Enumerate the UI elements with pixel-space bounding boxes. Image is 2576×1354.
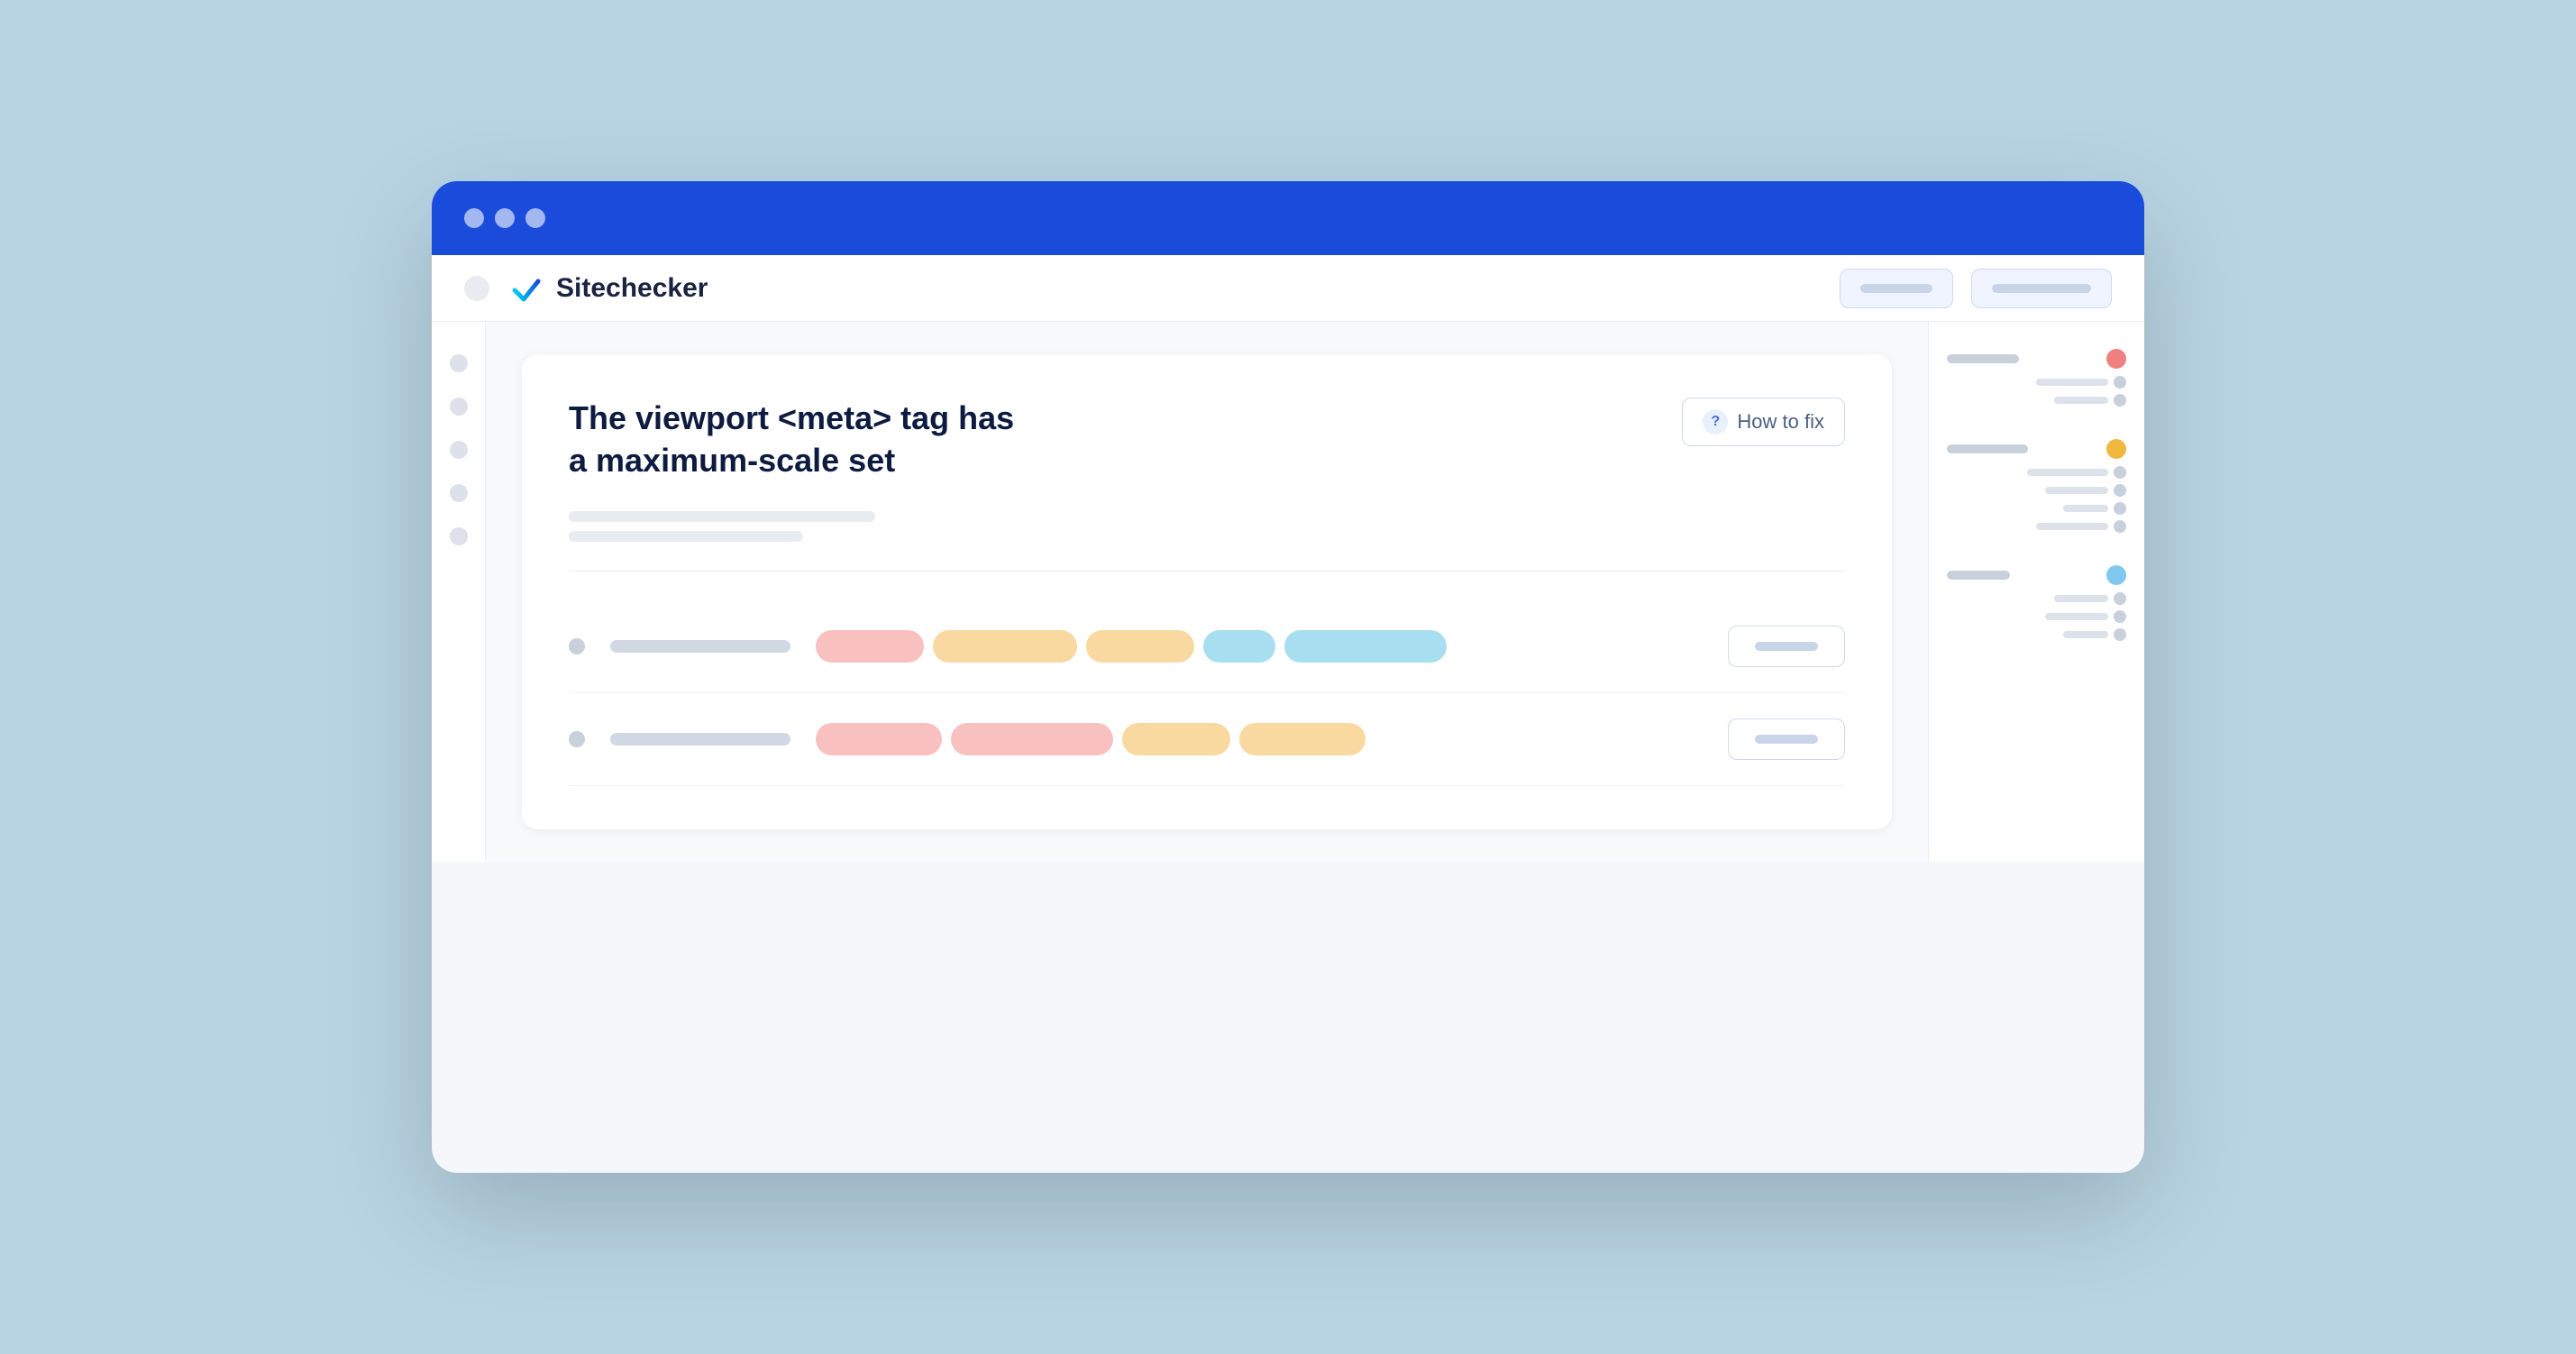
browser-dots <box>464 208 545 228</box>
tag-peach-3 <box>1122 723 1230 755</box>
card-title: The viewport <meta> tag has a maximum-sc… <box>569 398 1014 482</box>
sub-bar-5 <box>2063 505 2108 512</box>
sub-bar-2 <box>2054 397 2108 404</box>
sub-bar-6 <box>2036 523 2108 530</box>
sidebar-main-bar-3 <box>1947 571 2010 580</box>
sub-bar-9 <box>2063 631 2108 638</box>
sidebar-sub-row-1 <box>1947 376 2126 389</box>
nav-btn-bar-2 <box>1992 284 2091 293</box>
sidebar-main-bar-1 <box>1947 354 2019 363</box>
sidebar-sub-row-9 <box>1947 628 2126 641</box>
sidebar-sub-rows-2 <box>1947 466 2126 533</box>
browser-dot-2 <box>495 208 515 228</box>
sub-dot-7 <box>2114 592 2126 605</box>
action-btn-bar-1 <box>1755 642 1818 651</box>
sidebar-sub-row-4 <box>1947 484 2126 497</box>
sidebar-indicator-red <box>2106 349 2126 369</box>
sidebar-section-1 <box>1947 349 2126 421</box>
desc-bar-1 <box>569 511 875 522</box>
browser-titlebar <box>432 181 2144 255</box>
tag-pink-1 <box>816 630 924 663</box>
browser-dot-3 <box>525 208 545 228</box>
browser-window: Sitechecker The viewport <meta> tag <box>432 181 2144 1173</box>
row-icon-2 <box>569 731 585 747</box>
content-card: The viewport <meta> tag has a maximum-sc… <box>522 354 1892 829</box>
sidebar-sub-rows-3 <box>1947 592 2126 641</box>
row-action-btn-2[interactable] <box>1728 718 1845 760</box>
sub-dot-2 <box>2114 394 2126 407</box>
sidebar-section-3 <box>1947 565 2126 655</box>
main-content: The viewport <meta> tag has a maximum-sc… <box>486 322 1928 862</box>
sidebar-section-2 <box>1947 439 2126 547</box>
sidebar-sub-row-7 <box>1947 592 2126 605</box>
tag-cyan-1 <box>1284 630 1447 663</box>
sidebar-row-3 <box>1947 565 2126 585</box>
tag-pink-3 <box>951 723 1113 755</box>
brand-name-text: Sitechecker <box>556 273 708 304</box>
nav-button-1[interactable] <box>1840 269 1953 308</box>
divider-1 <box>569 571 1845 572</box>
row-label-1 <box>610 640 790 653</box>
sub-bar-7 <box>2054 595 2108 602</box>
sub-bar-1 <box>2036 379 2108 386</box>
sidebar-dot-5 <box>450 527 468 545</box>
sidebar-indicator-orange <box>2106 439 2126 459</box>
sub-dot-4 <box>2114 484 2126 497</box>
sidebar-sub-row-2 <box>1947 394 2126 407</box>
sidebar-sub-row-5 <box>1947 502 2126 515</box>
nav-button-2[interactable] <box>1971 269 2112 308</box>
row-tags-2 <box>816 723 1703 755</box>
browser-nav: Sitechecker <box>432 255 2144 322</box>
how-to-fix-label: How to fix <box>1737 410 1824 434</box>
sub-bar-8 <box>2045 613 2108 620</box>
nav-btn-bar-1 <box>1860 284 1932 293</box>
left-sidebar <box>432 322 486 862</box>
sub-bar-3 <box>2027 469 2108 476</box>
sidebar-dot-2 <box>450 398 468 416</box>
main-layout: The viewport <meta> tag has a maximum-sc… <box>432 322 2144 862</box>
tag-peach-4 <box>1239 723 1366 755</box>
sidebar-row-1 <box>1947 349 2126 369</box>
sub-dot-1 <box>2114 376 2126 389</box>
brand: Sitechecker <box>507 270 708 306</box>
sidebar-indicator-blue <box>2106 565 2126 585</box>
nav-back-circle <box>464 276 489 301</box>
card-title-line2: a maximum-scale set <box>569 442 895 479</box>
card-title-line1: The viewport <meta> tag has <box>569 399 1014 436</box>
row-icon-1 <box>569 638 585 654</box>
sub-dot-9 <box>2114 628 2126 641</box>
browser-dot-1 <box>464 208 484 228</box>
sidebar-sub-rows-1 <box>1947 376 2126 407</box>
card-header: The viewport <meta> tag has a maximum-sc… <box>569 398 1845 482</box>
tag-peach-1 <box>933 630 1077 663</box>
sidebar-dot-3 <box>450 441 468 459</box>
brand-icon <box>507 270 544 306</box>
sidebar-main-bar-2 <box>1947 444 2028 453</box>
row-tags-1 <box>816 630 1703 663</box>
sub-dot-3 <box>2114 466 2126 479</box>
sidebar-dot-4 <box>450 484 468 502</box>
how-to-fix-icon: ? <box>1703 409 1728 435</box>
sub-dot-8 <box>2114 610 2126 623</box>
sub-dot-6 <box>2114 520 2126 533</box>
sidebar-dot-1 <box>450 354 468 372</box>
table-row-1 <box>569 600 1845 693</box>
tag-peach-2 <box>1086 630 1194 663</box>
sidebar-sub-row-3 <box>1947 466 2126 479</box>
sidebar-sub-row-6 <box>1947 520 2126 533</box>
sub-bar-4 <box>2045 487 2108 494</box>
right-sidebar <box>1928 322 2144 862</box>
desc-bar-2 <box>569 531 803 542</box>
sub-dot-5 <box>2114 502 2126 515</box>
row-action-btn-1[interactable] <box>1728 626 1845 667</box>
sidebar-row-2 <box>1947 439 2126 459</box>
table-row-2 <box>569 693 1845 786</box>
sidebar-sub-row-8 <box>1947 610 2126 623</box>
row-label-2 <box>610 733 790 746</box>
action-btn-bar-2 <box>1755 735 1818 744</box>
tag-pink-2 <box>816 723 942 755</box>
tag-blue-1 <box>1203 630 1275 663</box>
how-to-fix-button[interactable]: ? How to fix <box>1682 398 1845 446</box>
